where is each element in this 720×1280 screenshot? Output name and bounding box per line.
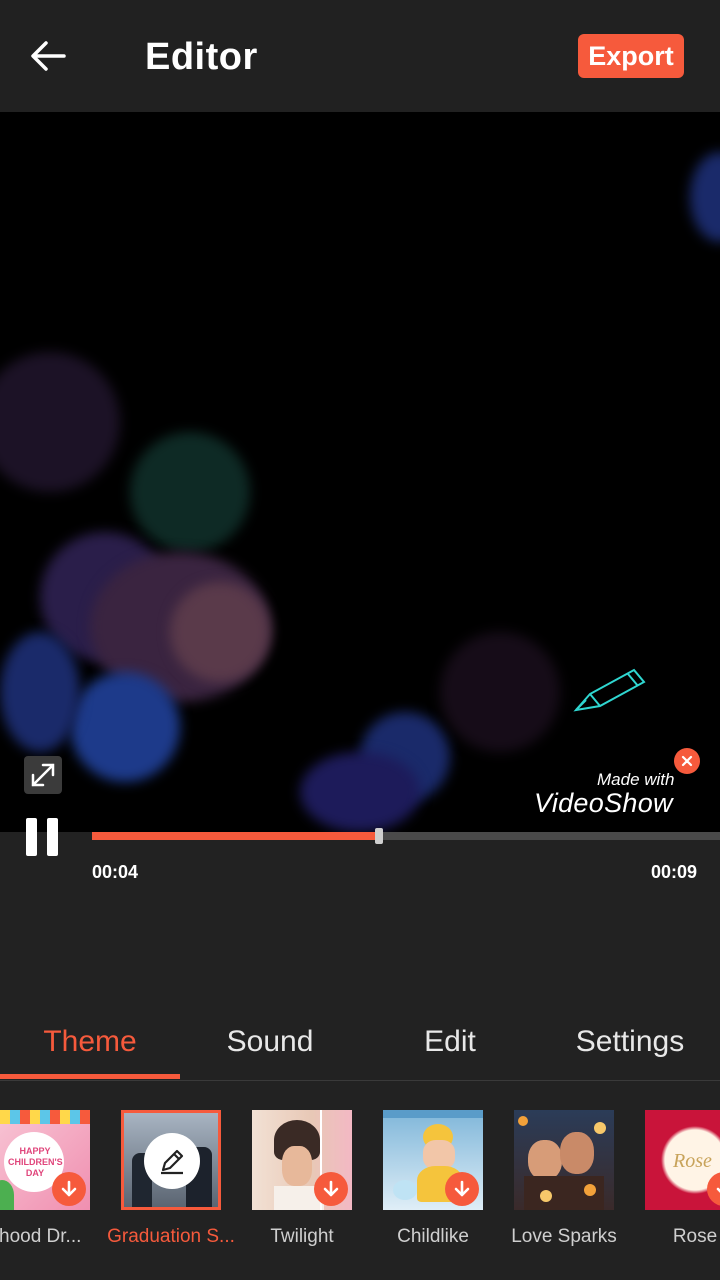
theme-item[interactable]: Rose Rose — [645, 1110, 720, 1260]
pencil-sticker-icon — [573, 668, 646, 712]
bokeh-light — [70, 672, 180, 782]
bokeh-light — [0, 632, 80, 752]
progress-thumb[interactable] — [375, 828, 383, 844]
page-title: Editor — [145, 36, 258, 78]
bokeh-light — [440, 632, 560, 752]
theme-label: Love Sparks — [511, 1226, 617, 1247]
pause-button[interactable] — [26, 818, 66, 856]
download-icon — [454, 1180, 470, 1197]
bokeh-light — [130, 432, 250, 552]
download-icon — [716, 1187, 720, 1193]
theme-label: Twilight — [270, 1226, 334, 1247]
theme-thumb-text: Rose — [673, 1150, 712, 1172]
download-icon — [61, 1180, 77, 1197]
bottom-tabs: Theme Sound Edit Settings — [0, 1004, 720, 1081]
close-icon — [681, 755, 693, 767]
tab-edit[interactable]: Edit — [360, 1004, 540, 1080]
fullscreen-icon — [31, 763, 55, 787]
video-preview[interactable] — [0, 112, 720, 832]
bokeh-light — [170, 582, 270, 682]
pause-icon — [26, 818, 37, 856]
watermark-made-with: Made with — [597, 770, 675, 789]
download-button[interactable] — [445, 1172, 479, 1206]
tab-settings[interactable]: Settings — [540, 1004, 720, 1080]
player-controls — [0, 832, 720, 992]
theme-thumbnail — [514, 1110, 614, 1210]
watermark-brand: VideoShow — [534, 788, 673, 818]
bokeh-light — [300, 752, 420, 832]
progress-bar[interactable] — [92, 828, 720, 844]
theme-thumb-text: HAPPY CHILDREN'S DAY — [8, 1146, 63, 1178]
tab-sound[interactable]: Sound — [180, 1004, 360, 1080]
fullscreen-button[interactable] — [24, 756, 62, 794]
theme-label: Graduation S... — [107, 1226, 235, 1247]
theme-label: Rose — [672, 1226, 718, 1247]
theme-label: Childlike — [397, 1226, 469, 1247]
current-time: 00:04 — [92, 862, 139, 882]
theme-label: ildhood Dr... — [0, 1226, 82, 1247]
progress-fill — [92, 832, 379, 840]
export-button[interactable]: Export — [578, 34, 684, 78]
download-button[interactable] — [314, 1172, 348, 1206]
theme-thumbnail — [121, 1110, 221, 1210]
tab-indicator — [0, 1074, 180, 1079]
edit-pencil-icon — [161, 1149, 184, 1175]
total-time: 00:09 — [651, 862, 698, 882]
download-button[interactable] — [52, 1172, 86, 1206]
theme-list: HAPPY CHILDREN'S DAY ildhood Dr... Gradu… — [0, 1110, 720, 1280]
top-bar: Editor Export — [0, 0, 720, 112]
pause-icon — [47, 818, 58, 856]
download-icon — [323, 1180, 339, 1197]
back-arrow-icon — [31, 41, 66, 71]
remove-watermark-button[interactable] — [674, 748, 700, 774]
edit-theme-button[interactable] — [144, 1133, 200, 1189]
bokeh-light — [690, 152, 720, 242]
bokeh-light — [0, 352, 120, 492]
back-button[interactable] — [24, 34, 72, 78]
tab-theme[interactable]: Theme — [0, 1004, 180, 1080]
